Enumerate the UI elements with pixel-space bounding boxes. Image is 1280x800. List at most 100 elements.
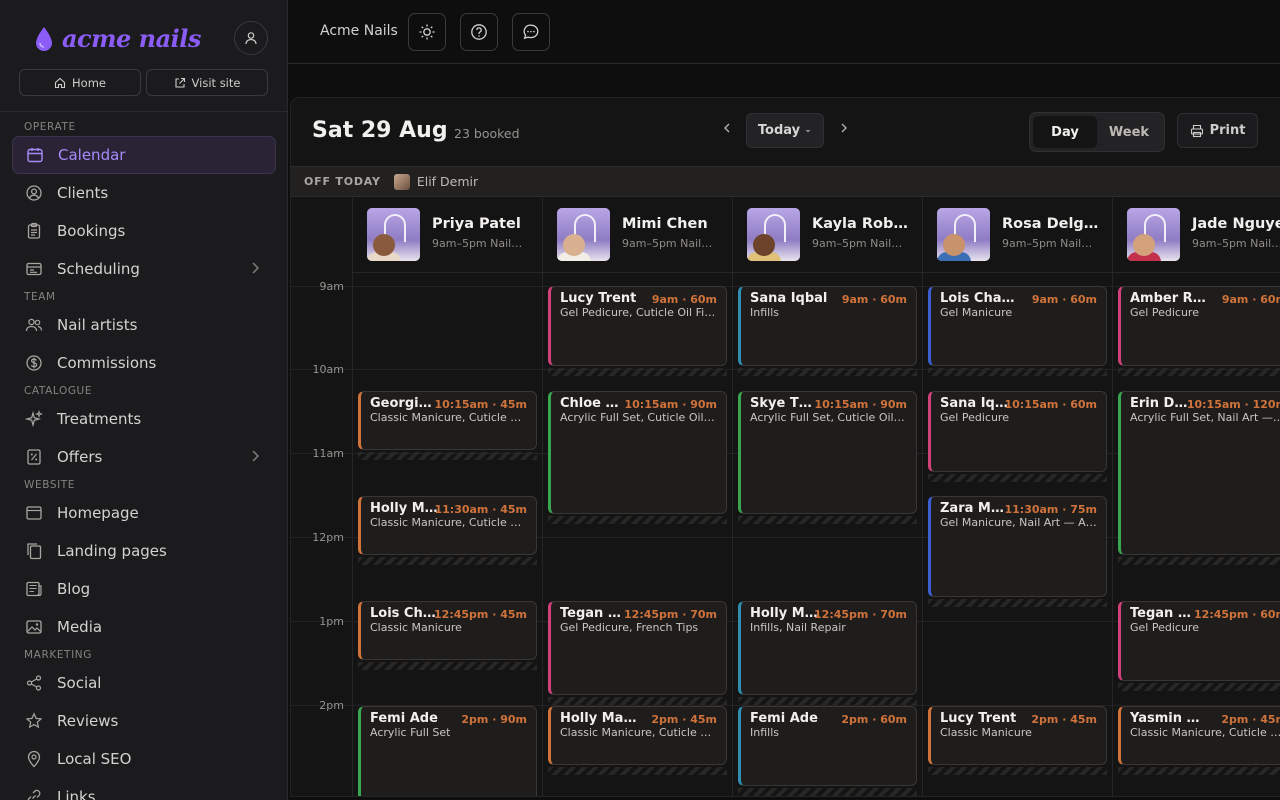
appointment-client: Lucy Trent	[940, 711, 1017, 726]
today-button[interactable]: Today	[746, 113, 824, 148]
next-day-button[interactable]	[840, 122, 848, 138]
user-icon	[245, 32, 257, 45]
appointment-card[interactable]: Amber Rose 9am · 60m Gel Pedicure	[1118, 286, 1280, 366]
sidebar-divider	[0, 111, 287, 112]
buffer-time	[548, 368, 727, 376]
appointment-client: Femi Ade	[750, 711, 818, 726]
print-label: Print	[1209, 123, 1246, 138]
home-icon	[54, 77, 66, 88]
chevron-right-icon[interactable]	[250, 449, 260, 467]
appointment-card[interactable]: Sana Iq… 10:15am · 60m Gel Pedicure	[928, 391, 1107, 472]
buffer-time	[548, 767, 727, 775]
browser-icon	[24, 503, 44, 523]
appointment-client: Yasmin Cole	[1130, 711, 1209, 726]
sidebar-item-reviews[interactable]: Reviews	[0, 702, 287, 740]
sidebar-item-bookings[interactable]: Bookings	[0, 212, 287, 250]
hour-label: 9am	[319, 280, 344, 293]
brand-logo[interactable]: acme nails	[34, 24, 201, 53]
user-account-button[interactable]	[234, 21, 268, 55]
avatar-head	[943, 234, 965, 256]
appointment-card[interactable]: Lois Ch… 12:45pm · 45m Classic Manicure	[358, 601, 537, 660]
messages-button[interactable]	[512, 13, 550, 51]
appointment-services: Classic Manicure, Cuticle …	[560, 726, 712, 739]
appointment-card[interactable]: Femi Ade 2pm · 60m Infills	[738, 706, 917, 786]
appointment-services: Gel Pedicure	[1130, 621, 1199, 634]
staff-name: Priya Patel	[432, 216, 521, 232]
brand-name: acme nails	[62, 24, 201, 53]
appointment-client: Holly M…	[750, 606, 818, 621]
hour-label: 12pm	[312, 531, 344, 544]
sidebar-nav: OPERATE Calendar Clients Bookings Schedu…	[0, 118, 287, 800]
sidebar-item-label: Scheduling	[57, 260, 140, 278]
appointment-time: 2pm · 45m	[651, 713, 717, 726]
staff-header[interactable]: Rosa Delg… 9am–5pm Nail…	[923, 198, 1113, 273]
appointment-card[interactable]: Yasmin Cole 2pm · 45mClassic Manicure, Cu…	[1118, 706, 1280, 765]
share-icon	[24, 673, 44, 693]
appointment-card[interactable]: Tegan … 12:45pm · 60m Gel Pedicure	[1118, 601, 1280, 681]
appointment-time: 2pm · 45m	[1221, 713, 1280, 726]
appointment-card[interactable]: Skye T… 10:15am · 90m Acrylic Full Set, Cu…	[738, 391, 917, 514]
help-button[interactable]	[460, 13, 498, 51]
appointment-card[interactable]: Chloe … 10:15am · 90m Acrylic Full Set, Cu…	[548, 391, 727, 514]
appointment-client: Tegan …	[560, 606, 621, 621]
sidebar-item-calendar[interactable]: Calendar	[12, 136, 276, 174]
section-operate: OPERATE	[24, 121, 76, 133]
sidebar-item-clients[interactable]: Clients	[0, 174, 287, 212]
staff-name: Rosa Delg…	[1002, 216, 1099, 232]
view-switcher: Day Week	[1029, 112, 1165, 152]
avatar	[367, 208, 420, 261]
buffer-time	[358, 557, 537, 565]
appointment-client: Sana Iqbal	[750, 291, 828, 306]
appointment-card[interactable]: Holly Marsh 2pm · 45m Classic Manicure, Cu…	[548, 706, 727, 765]
appointment-card[interactable]: Lucy Trent 2pm · 45m Classic Manicure	[928, 706, 1107, 765]
visit-site-button[interactable]: Visit site	[146, 69, 268, 96]
sidebar-item-treatments[interactable]: Treatments	[0, 400, 287, 438]
appointment-card[interactable]: Lois Chand… 9am · 60m Gel Manicure	[928, 286, 1107, 366]
sidebar-item-landing-pages[interactable]: Landing pages	[0, 532, 287, 570]
sidebar-item-commissions[interactable]: Commissions	[0, 344, 287, 382]
sidebar-item-homepage[interactable]: Homepage	[0, 494, 287, 532]
buffer-time	[548, 516, 727, 524]
appointment-services: Acrylic Full Set, Cuticle Oil…	[560, 411, 715, 424]
appointment-card[interactable]: Zara M… 11:30am · 75m Gel Manicure, Nail A…	[928, 496, 1107, 597]
prev-day-button[interactable]	[723, 122, 731, 138]
print-button[interactable]: Print	[1177, 113, 1258, 148]
sidebar-item-scheduling[interactable]: Scheduling	[0, 250, 287, 288]
staff-header[interactable]: Mimi Chen 9am–5pm Nail…	[543, 198, 733, 273]
off-today-bar: OFF TODAY Elif Demir	[291, 166, 1280, 197]
sidebar-item-blog[interactable]: Blog	[0, 570, 287, 608]
view-week-tab[interactable]: Week	[1097, 116, 1161, 148]
sidebar-item-nail-artists[interactable]: Nail artists	[0, 306, 287, 344]
section-marketing: MARKETING	[24, 649, 92, 661]
appointment-card[interactable]: Sana Iqbal 9am · 60m Infills	[738, 286, 917, 366]
staff-header[interactable]: Priya Patel 9am–5pm Nail…	[353, 198, 543, 273]
section-catalogue: CATALOGUE	[24, 385, 93, 397]
staff-hours: 9am–5pm Nail…	[432, 237, 523, 250]
sidebar-item-offers[interactable]: Offers	[0, 438, 287, 476]
sidebar-item-social[interactable]: Social	[0, 664, 287, 702]
sidebar-item-media[interactable]: Media	[0, 608, 287, 646]
appointment-services: Classic Manicure	[940, 726, 1032, 739]
staff-header[interactable]: Kayla Rob… 9am–5pm Nail…	[733, 198, 923, 273]
appointment-time: 9am · 60m	[841, 293, 907, 306]
staff-header[interactable]: Jade Nguyen 9am–5pm Nail…	[1113, 198, 1280, 273]
buffer-time	[738, 788, 917, 796]
chevron-right-icon[interactable]	[250, 261, 260, 279]
appointment-card[interactable]: Lucy Trent 9am · 60m Gel Pedicure, Cuticle…	[548, 286, 727, 366]
appointment-client: Holly M…	[370, 501, 438, 516]
appointment-card[interactable]: Tegan … 12:45pm · 70m Gel Pedicure, French…	[548, 601, 727, 695]
appointment-card[interactable]: Holly M… 11:30am · 45m Classic Manicure, C…	[358, 496, 537, 555]
buffer-time	[358, 662, 537, 670]
appointment-card[interactable]: Erin D… 10:15am · 120m Acrylic Full Set, N…	[1118, 391, 1280, 555]
theme-toggle-button[interactable]	[408, 13, 446, 51]
view-day-tab[interactable]: Day	[1033, 116, 1097, 148]
home-button[interactable]: Home	[19, 69, 141, 96]
discount-icon	[24, 447, 44, 467]
appointment-card[interactable]: Georgi… 10:15am · 45m Classic Manicure, Cu…	[358, 391, 537, 450]
sidebar-item-links[interactable]: Links	[0, 778, 287, 800]
appointment-client: Georgi…	[370, 396, 432, 411]
appointment-card[interactable]: Femi Ade 2pm · 90m Acrylic Full Set	[358, 706, 537, 796]
sidebar-item-local-seo[interactable]: Local SEO	[0, 740, 287, 778]
appointment-card[interactable]: Holly M… 12:45pm · 70m Infills, Nail Repai…	[738, 601, 917, 695]
appointment-services: Classic Manicure, Cuticle …	[370, 411, 522, 424]
